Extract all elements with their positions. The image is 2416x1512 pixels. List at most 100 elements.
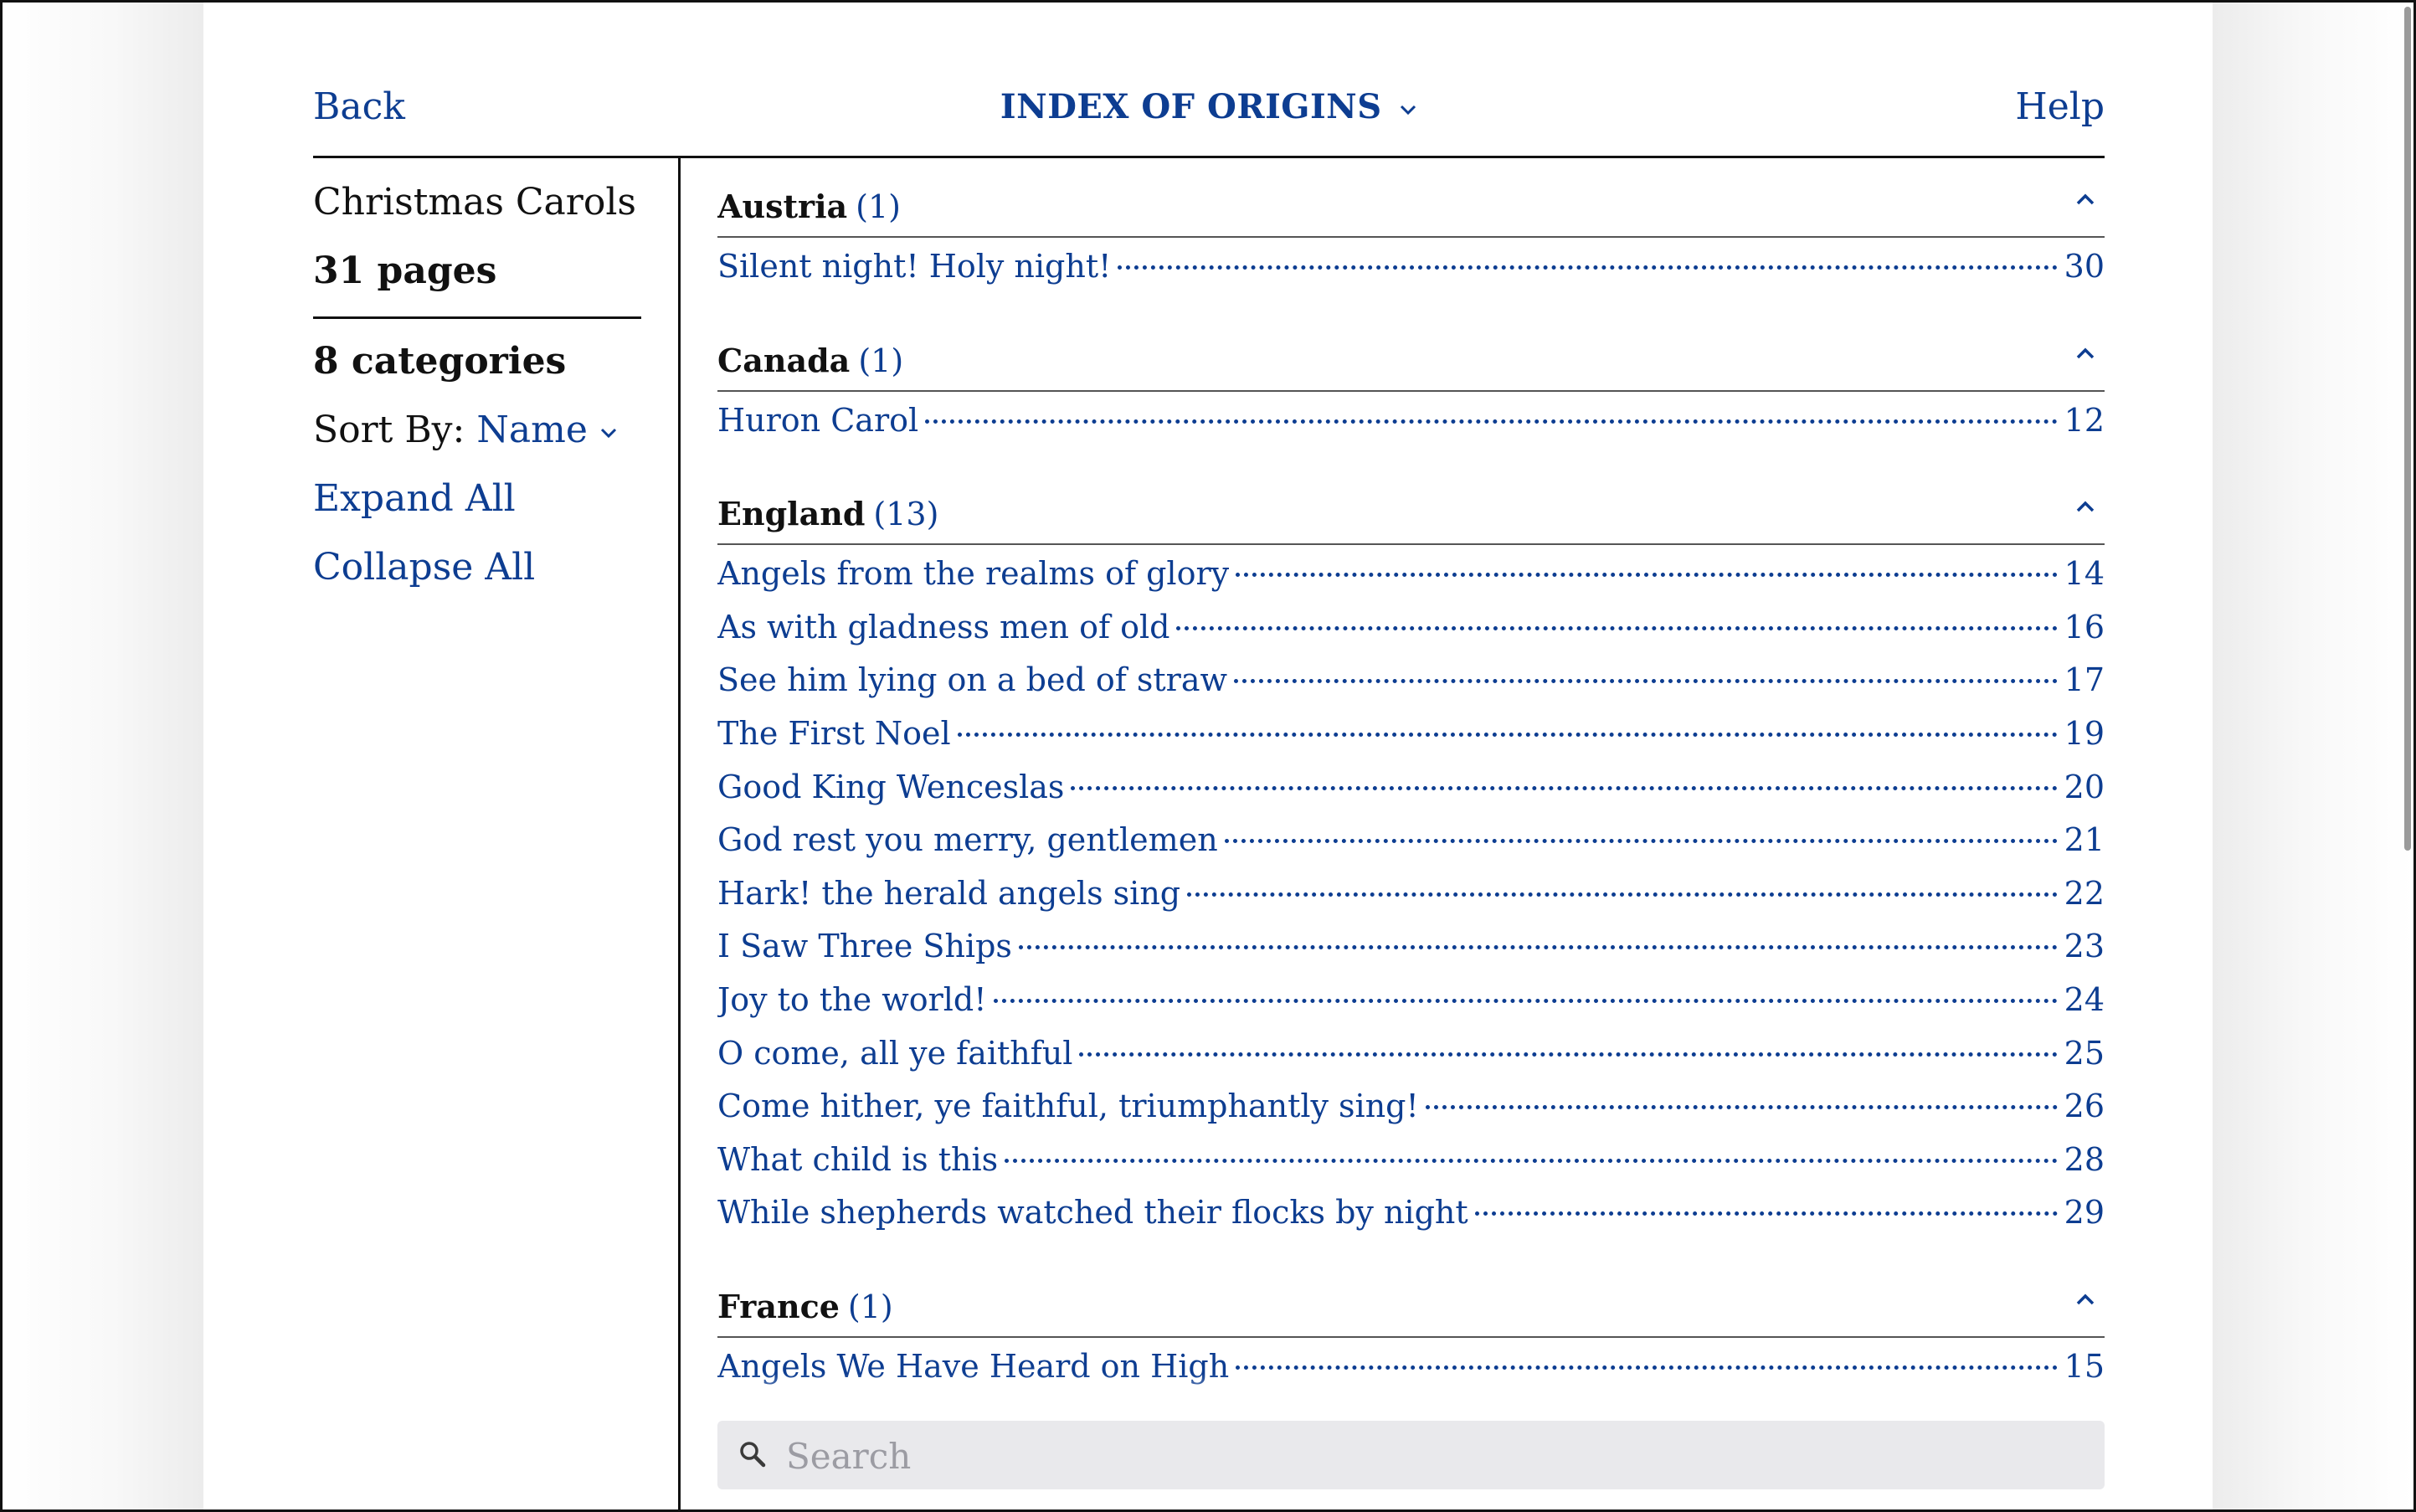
page-shadow-right — [2213, 0, 2413, 1512]
carol-title: God rest you merry, gentlemen — [717, 821, 1218, 859]
chevron-down-icon — [1401, 105, 1416, 116]
book-title: Christmas Carols — [313, 181, 636, 224]
category-items: Silent night! Holy night! 30 — [717, 238, 2105, 310]
page-number: 14 — [2064, 555, 2105, 593]
dot-leader — [1079, 1052, 2058, 1057]
category-header[interactable]: England (13) — [717, 463, 2105, 546]
category-label: France — [717, 1287, 840, 1325]
page-number: 16 — [2064, 608, 2105, 645]
chevron-up-icon[interactable] — [2074, 1293, 2096, 1306]
carol-entry[interactable]: What child is this 28 — [717, 1141, 2105, 1195]
sort-control: Sort By: Name — [313, 409, 618, 451]
dot-leader — [1005, 1158, 2058, 1163]
carol-entry[interactable]: The First Noel 19 — [717, 715, 2105, 769]
top-bar: Back INDEX OF ORIGINS Help — [313, 75, 2105, 158]
carol-title: I Saw Three Ships — [717, 928, 1012, 965]
carol-entry[interactable]: Silent night! Holy night! 30 — [717, 248, 2105, 301]
page-number: 17 — [2064, 661, 2105, 699]
category-header[interactable]: Canada (1) — [717, 310, 2105, 392]
category-items: Angels from the realms of glory 14 As with… — [717, 545, 2105, 1256]
search-bar — [717, 1421, 2105, 1489]
chevron-up-icon[interactable] — [2074, 193, 2096, 206]
dot-leader — [1118, 265, 2058, 270]
scrollbar[interactable] — [2404, 7, 2411, 851]
category-name: England (13) — [717, 495, 938, 532]
category-count: (1) — [856, 188, 901, 225]
sidebar-divider — [313, 316, 641, 319]
category-name: Canada (1) — [717, 342, 903, 379]
dot-leader — [1425, 1105, 2058, 1110]
category-count: (1) — [847, 1288, 893, 1325]
category-count: (1) — [858, 342, 904, 379]
carol-title: The First Noel — [717, 714, 951, 752]
carol-title: While shepherds watched their flocks by … — [717, 1194, 1468, 1232]
carol-entry[interactable]: As with gladness men of old 16 — [717, 609, 2105, 662]
category-group: England (13) Angels from the realms of glo… — [717, 463, 2105, 1256]
page-number: 21 — [2064, 821, 2105, 859]
dot-leader — [957, 732, 2058, 737]
list-fade — [717, 1373, 2105, 1421]
page-number: 26 — [2064, 1088, 2105, 1125]
index-selector[interactable]: INDEX OF ORIGINS — [313, 87, 2105, 126]
page-title: INDEX OF ORIGINS — [1000, 87, 1382, 126]
page-number: 28 — [2064, 1140, 2105, 1178]
category-count: (13) — [873, 496, 939, 533]
carol-title: See him lying on a bed of straw — [717, 661, 1228, 699]
sort-value: Name — [476, 409, 588, 451]
carol-entry[interactable]: God rest you merry, gentlemen 21 — [717, 821, 2105, 875]
dot-leader — [1018, 945, 2058, 950]
category-label: England — [717, 495, 866, 533]
index-list: Austria (1) Silent night! Holy night! 30 Can… — [717, 156, 2105, 1412]
search-icon — [740, 1442, 766, 1468]
category-label: Canada — [717, 341, 851, 379]
chevron-down-icon — [600, 428, 616, 438]
carol-title: Huron Carol — [717, 401, 919, 439]
chevron-up-icon[interactable] — [2074, 500, 2096, 513]
categories-count: 8 categories — [313, 340, 567, 383]
carol-entry[interactable]: Come hither, ye faithful, triumphantly s… — [717, 1088, 2105, 1141]
page-number: 22 — [2064, 874, 2105, 912]
carol-entry[interactable]: Huron Carol 12 — [717, 402, 2105, 455]
carol-entry[interactable]: Angels from the realms of glory 14 — [717, 555, 2105, 609]
column-divider — [678, 156, 681, 1512]
carol-entry[interactable]: I Saw Three Ships 23 — [717, 928, 2105, 981]
carol-title: Angels from the realms of glory — [717, 555, 1230, 593]
page-number: 20 — [2064, 768, 2105, 805]
dot-leader — [1236, 1365, 2058, 1370]
carol-title: O come, all ye faithful — [717, 1034, 1073, 1072]
expand-all-button[interactable]: Expand All — [313, 477, 516, 520]
search-input[interactable] — [784, 1429, 2085, 1483]
dot-leader — [1236, 573, 2058, 578]
dot-leader — [1224, 839, 2058, 844]
category-name: France (1) — [717, 1288, 893, 1325]
dot-leader — [1187, 892, 2058, 897]
page-number: 24 — [2064, 980, 2105, 1018]
page-number: 25 — [2064, 1034, 2105, 1072]
carol-entry[interactable]: Joy to the world! 24 — [717, 981, 2105, 1035]
carol-title: Joy to the world! — [717, 980, 987, 1018]
category-header[interactable]: Austria (1) — [717, 156, 2105, 238]
carol-title: Good King Wenceslas — [717, 768, 1065, 805]
page-number: 23 — [2064, 928, 2105, 965]
carol-entry[interactable]: Hark! the herald angels sing 22 — [717, 875, 2105, 928]
carol-entry[interactable]: O come, all ye faithful 25 — [717, 1035, 2105, 1088]
carol-entry[interactable]: While shepherds watched their flocks by … — [717, 1194, 2105, 1247]
carol-entry[interactable]: Good King Wenceslas 20 — [717, 769, 2105, 822]
dot-leader — [1176, 625, 2058, 630]
carol-entry[interactable]: See him lying on a bed of straw 17 — [717, 661, 2105, 715]
collapse-all-button[interactable]: Collapse All — [313, 546, 535, 589]
page-number: 29 — [2064, 1194, 2105, 1232]
sort-dropdown[interactable]: Name — [476, 409, 618, 451]
category-header[interactable]: France (1) — [717, 1256, 2105, 1338]
chevron-up-icon[interactable] — [2074, 347, 2096, 360]
page-shadow-left — [3, 0, 203, 1512]
help-button[interactable]: Help — [2015, 85, 2105, 128]
page-number: 30 — [2064, 248, 2105, 285]
dot-leader — [1071, 785, 2058, 790]
dot-leader — [1234, 679, 2058, 684]
dot-leader — [925, 419, 2058, 424]
carol-title: Silent night! Holy night! — [717, 248, 1112, 285]
dot-leader — [1474, 1211, 2058, 1216]
sort-label: Sort By: — [313, 409, 465, 451]
category-group: Canada (1) Huron Carol 12 — [717, 310, 2105, 464]
